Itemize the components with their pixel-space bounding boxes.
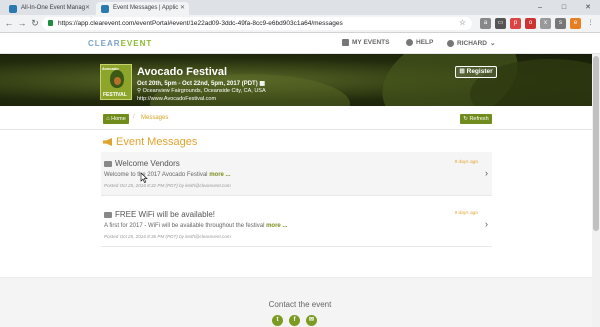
menu-dots-icon[interactable]: ⋮ bbox=[585, 18, 596, 29]
event-logo-text-bottom: FESTIVAL bbox=[103, 92, 127, 98]
window-controls: – □ ✕ bbox=[528, 0, 600, 15]
event-banner bbox=[0, 54, 600, 106]
more-link[interactable]: more ... bbox=[266, 223, 287, 229]
footer: Contact the event t f ✉ bbox=[0, 277, 600, 327]
scrollbar-thumb[interactable] bbox=[593, 56, 599, 231]
logo-text-left: CLEAR bbox=[88, 39, 121, 48]
home-label: Home bbox=[111, 116, 126, 122]
event-dates: Oct 20th, 5pm - Oct 22nd, 5pm, 2017 (PDT… bbox=[137, 80, 265, 87]
message-subject-text: Welcome Vendors bbox=[115, 159, 180, 168]
browser-toolbar: ← → ↻ https://app.clearevent.com/eventPo… bbox=[0, 15, 600, 33]
pinterest-icon[interactable]: p bbox=[510, 18, 521, 29]
chevron-right-icon[interactable]: › bbox=[485, 219, 488, 229]
message-posted-info: Posted Oct 25, 2016 8:36 PM (PDT) by kei… bbox=[104, 234, 231, 239]
message-preview: A first for 2017 - WiFi will be availabl… bbox=[104, 223, 287, 229]
twitter-icon[interactable]: t bbox=[272, 315, 283, 326]
refresh-button[interactable]: ↻ Refresh bbox=[460, 114, 492, 124]
message-body-text: Welcome to the 2017 Avocado Festival bbox=[104, 172, 208, 178]
page-title: Event Messages bbox=[103, 136, 197, 148]
nav-my-events-label: MY EVENTS bbox=[352, 39, 390, 46]
event-venue: ⚲ Oceanview Fairgrounds, Oceanside City,… bbox=[137, 88, 266, 94]
envelope-icon bbox=[104, 211, 112, 218]
lock-icon bbox=[48, 20, 53, 26]
message-subject: Welcome Vendors bbox=[104, 159, 180, 168]
user-name: RICHARD bbox=[457, 39, 487, 47]
url-text: https://app.clearevent.com/eventPortal#e… bbox=[58, 20, 343, 27]
event-logo: Avocado FESTIVAL bbox=[100, 64, 132, 100]
clearevent-favicon-icon bbox=[9, 5, 17, 13]
event-dates-text: Oct 20th, 5pm - Oct 22nd, 5pm, 2017 (PDT… bbox=[137, 81, 258, 87]
browser-tab-event-messages[interactable]: Event Messages | Applic ✕ bbox=[96, 2, 189, 15]
help-icon bbox=[406, 39, 413, 46]
extension-icon[interactable]: x bbox=[540, 18, 551, 29]
contact-heading: Contact the event bbox=[268, 300, 332, 309]
reload-icon[interactable]: ↻ bbox=[29, 17, 41, 29]
chevron-down-icon: ⌄ bbox=[489, 40, 496, 47]
minimize-icon[interactable]: – bbox=[528, 0, 552, 15]
facebook-icon[interactable]: f bbox=[289, 315, 300, 326]
message-body-text: A first for 2017 - WiFi will be availabl… bbox=[104, 223, 265, 229]
nav-help-label: HELP bbox=[416, 39, 434, 46]
message-item[interactable]: FREE WiFi will be available! A first for… bbox=[101, 203, 492, 247]
bookmark-star-icon[interactable]: ☆ bbox=[459, 18, 466, 27]
event-website-link[interactable]: http://www.AvocadoFestival.com bbox=[137, 96, 216, 102]
nav-user-menu[interactable]: RICHARD ⌄ bbox=[447, 39, 495, 47]
close-tab-icon[interactable]: ✕ bbox=[180, 4, 185, 11]
avocado-pit-icon bbox=[114, 77, 121, 85]
messages-section: Event Messages Welcome Vendors Welcome t… bbox=[0, 130, 600, 277]
megaphone-icon bbox=[103, 138, 112, 146]
message-age: 9 days ago bbox=[454, 211, 478, 216]
event-venue-text: Oceanview Fairgrounds, Oceanside City, C… bbox=[142, 88, 266, 94]
clearevent-favicon-icon bbox=[101, 5, 109, 13]
breadcrumb-current: Messages bbox=[141, 115, 169, 121]
breadcrumb-separator: / bbox=[133, 114, 135, 120]
extension-icon[interactable]: e bbox=[570, 18, 581, 29]
message-preview: Welcome to the 2017 Avocado Festival mor… bbox=[104, 172, 231, 178]
home-icon: ⌂ bbox=[106, 116, 110, 122]
browser-tab-bar: All-In-One Event Manag ✕ Event Messages … bbox=[0, 0, 600, 15]
mouse-cursor-icon bbox=[140, 173, 148, 183]
back-arrow-icon[interactable]: ← bbox=[3, 17, 15, 29]
email-icon[interactable]: ✉ bbox=[306, 315, 317, 326]
refresh-label: Refresh bbox=[469, 116, 489, 122]
nav-help[interactable]: HELP bbox=[406, 39, 433, 46]
address-bar[interactable]: https://app.clearevent.com/eventPortal#e… bbox=[42, 17, 472, 30]
extension-icon[interactable]: a bbox=[480, 18, 491, 29]
tab-label: All-In-One Event Manag bbox=[21, 5, 86, 11]
clearevent-logo[interactable]: CLEAREVENT bbox=[88, 39, 152, 48]
grid-icon bbox=[342, 39, 349, 46]
plus-square-icon: ⊞ bbox=[459, 68, 465, 75]
envelope-icon bbox=[104, 160, 112, 167]
message-age: 9 days ago bbox=[454, 160, 478, 165]
extension-icon[interactable]: o bbox=[525, 18, 536, 29]
extension-icon[interactable]: s bbox=[555, 18, 566, 29]
page-title-text: Event Messages bbox=[116, 136, 198, 148]
message-subject: FREE WiFi will be available! bbox=[104, 210, 215, 219]
register-label: Register bbox=[466, 68, 493, 75]
browser-tab-event-manager[interactable]: All-In-One Event Manag ✕ bbox=[4, 2, 94, 15]
chevron-right-icon[interactable]: › bbox=[485, 168, 488, 178]
more-link[interactable]: more ... bbox=[209, 172, 230, 178]
user-icon bbox=[447, 39, 454, 47]
page-scrollbar[interactable] bbox=[592, 54, 600, 327]
calendar-icon[interactable]: ▦ bbox=[259, 81, 265, 87]
message-posted-info: Posted Oct 25, 2016 8:32 PM (PDT) by kei… bbox=[104, 183, 231, 188]
logo-text-right: EVENT bbox=[120, 39, 153, 48]
site-header: CLEAREVENT MY EVENTS HELP RICHARD ⌄ bbox=[0, 33, 600, 54]
refresh-icon: ↻ bbox=[463, 116, 468, 122]
cast-icon[interactable]: ▭ bbox=[495, 18, 506, 29]
message-subject-text: FREE WiFi will be available! bbox=[115, 210, 216, 219]
close-tab-icon[interactable]: ✕ bbox=[85, 4, 90, 11]
maximize-icon[interactable]: □ bbox=[552, 0, 576, 15]
close-window-icon[interactable]: ✕ bbox=[576, 0, 600, 15]
breadcrumb: ⌂ Home / Messages ↻ Refresh bbox=[0, 106, 600, 130]
home-button[interactable]: ⌂ Home bbox=[103, 114, 129, 124]
event-title: Avocado Festival bbox=[137, 66, 228, 78]
map-pin-icon: ⚲ bbox=[137, 88, 142, 94]
forward-arrow-icon[interactable]: → bbox=[16, 17, 28, 29]
message-item[interactable]: Welcome Vendors Welcome to the 2017 Avoc… bbox=[101, 152, 492, 196]
nav-my-events[interactable]: MY EVENTS bbox=[342, 39, 389, 46]
tab-label: Event Messages | Applic bbox=[113, 5, 179, 11]
register-button[interactable]: ⊞ Register bbox=[455, 66, 497, 78]
